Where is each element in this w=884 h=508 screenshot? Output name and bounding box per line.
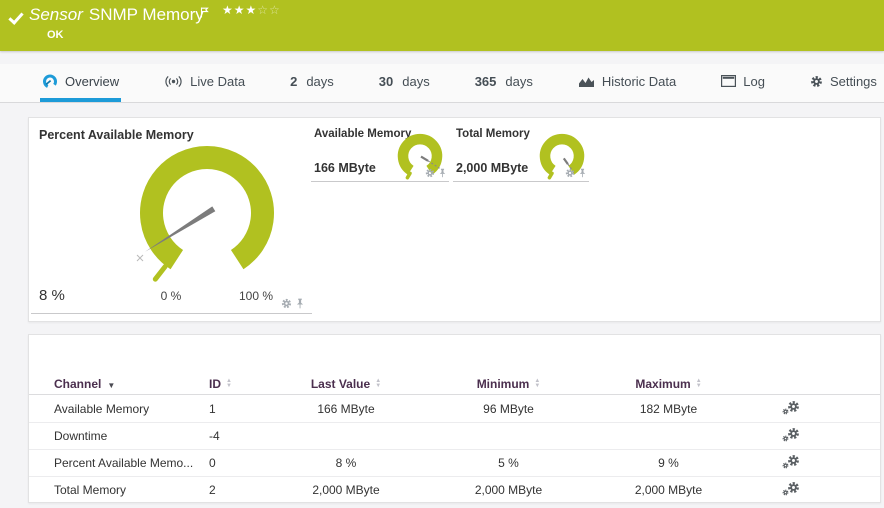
- channel-name[interactable]: Total Memory: [54, 483, 209, 497]
- tab-2-days-label: days: [306, 74, 333, 89]
- sort-icon: ▲▼: [226, 379, 232, 389]
- column-header-channel[interactable]: Channel ▼: [54, 377, 209, 391]
- tab-365-days-number: 365: [475, 74, 497, 89]
- stars-empty: ☆☆: [257, 3, 281, 17]
- sensor-kind-label: Sensor: [29, 5, 83, 24]
- table-row[interactable]: Downtime -4: [29, 422, 880, 449]
- minimum-header-label: Minimum: [477, 377, 530, 391]
- historic-chart-icon: [578, 75, 595, 88]
- id-header-label: ID: [209, 377, 221, 391]
- sort-icon: ▲▼: [534, 379, 540, 389]
- tab-settings-label: Settings: [830, 74, 877, 89]
- tab-historic-data-label: Historic Data: [602, 74, 676, 89]
- table-header-row: Channel ▼ ID ▲▼ Last Value ▲▼ Minimum ▲▼ Max…: [29, 373, 880, 395]
- gauge-icon: [42, 73, 58, 89]
- pin-icon[interactable]: [439, 168, 446, 178]
- gear-icon[interactable]: [565, 168, 575, 178]
- gear-icon[interactable]: [281, 298, 292, 309]
- tab-settings[interactable]: Settings: [808, 64, 879, 102]
- channel-settings-icon[interactable]: [782, 427, 800, 442]
- live-data-icon: [164, 75, 183, 88]
- gauges-card: Percent Available Memory 8 % 0 % 100 % A…: [28, 117, 881, 322]
- gear-icon: [782, 489, 789, 496]
- channel-header-label: Channel: [54, 377, 101, 391]
- sensor-status-badge: OK: [47, 29, 64, 41]
- flag-icon[interactable]: [200, 5, 209, 23]
- gauge-scale-min: 0 %: [149, 289, 193, 303]
- column-header-id[interactable]: ID ▲▼: [209, 377, 271, 391]
- table-row[interactable]: Available Memory 1 166 MByte 96 MByte 18…: [29, 395, 880, 422]
- tab-30-days-label: days: [402, 74, 429, 89]
- channel-minimum: 96 MByte: [421, 402, 596, 416]
- tab-overview[interactable]: Overview: [40, 64, 121, 102]
- gear-icon: [810, 75, 823, 88]
- channel-id: 0: [209, 456, 271, 470]
- tab-2-days[interactable]: 2 days: [288, 64, 336, 102]
- channel-id: 1: [209, 402, 271, 416]
- tab-365-days[interactable]: 365 days: [473, 64, 535, 102]
- channel-settings-icon[interactable]: [782, 400, 800, 415]
- gear-icon[interactable]: [425, 168, 435, 178]
- total-memory-title: Total Memory: [456, 128, 530, 140]
- channel-name[interactable]: Percent Available Memo...: [54, 456, 209, 470]
- channel-last-value: 2,000 MByte: [271, 483, 421, 497]
- sort-desc-icon: ▼: [107, 381, 115, 390]
- page-title: Sensor SNMP Memory: [29, 5, 204, 25]
- column-header-maximum[interactable]: Maximum ▲▼: [596, 377, 741, 391]
- log-window-icon: [721, 75, 736, 87]
- channel-maximum: 2,000 MByte: [596, 483, 741, 497]
- channels-table-card: Channel ▼ ID ▲▼ Last Value ▲▼ Minimum ▲▼ Max…: [28, 334, 881, 503]
- total-memory-widget: Total Memory 2,000 MByte: [453, 118, 589, 182]
- channel-last-value: 166 MByte: [271, 402, 421, 416]
- channel-last-value: 8 %: [271, 456, 421, 470]
- tab-live-data-label: Live Data: [190, 74, 245, 89]
- channel-name[interactable]: Downtime: [54, 429, 209, 443]
- last-value-header-label: Last Value: [311, 377, 370, 391]
- status-ok-check-icon: [8, 9, 23, 25]
- prtg-sensor-page: Sensor SNMP Memory ★★★☆☆ OK Overview Live…: [0, 0, 884, 508]
- pin-icon[interactable]: [579, 168, 586, 178]
- gear-icon: [782, 435, 789, 442]
- tab-log[interactable]: Log: [719, 64, 767, 102]
- channel-minimum: 2,000 MByte: [421, 483, 596, 497]
- gear-icon: [782, 408, 789, 415]
- total-memory-value: 2,000 MByte: [456, 161, 528, 175]
- tab-historic-data[interactable]: Historic Data: [576, 64, 678, 102]
- gear-icon: [782, 462, 789, 469]
- primary-gauge-widget: Percent Available Memory 8 % 0 % 100 %: [31, 118, 312, 314]
- channel-name[interactable]: Available Memory: [54, 402, 209, 416]
- tab-365-days-label: days: [505, 74, 532, 89]
- sort-icon: ▲▼: [375, 379, 381, 389]
- priority-stars[interactable]: ★★★☆☆: [222, 3, 281, 17]
- tab-bar: Overview Live Data 2 days 30 days 365 da…: [0, 64, 884, 103]
- tab-30-days-number: 30: [379, 74, 393, 89]
- tab-30-days[interactable]: 30 days: [377, 64, 432, 102]
- sensor-header: Sensor SNMP Memory ★★★☆☆ OK: [0, 0, 884, 51]
- table-row[interactable]: Total Memory 2 2,000 MByte 2,000 MByte 2…: [29, 476, 880, 503]
- channel-settings-icon[interactable]: [782, 481, 800, 496]
- maximum-header-label: Maximum: [635, 377, 690, 391]
- channel-minimum: 5 %: [421, 456, 596, 470]
- table-row[interactable]: Percent Available Memo... 0 8 % 5 % 9 %: [29, 449, 880, 476]
- channel-maximum: 9 %: [596, 456, 741, 470]
- primary-gauge-value: 8 %: [39, 287, 65, 304]
- available-memory-widget: Available Memory 166 MByte: [311, 118, 449, 182]
- gauge-scale-max: 100 %: [234, 289, 278, 303]
- channel-id: -4: [209, 429, 271, 443]
- channel-maximum: 182 MByte: [596, 402, 741, 416]
- tab-2-days-number: 2: [290, 74, 297, 89]
- tab-live-data[interactable]: Live Data: [162, 64, 247, 102]
- channel-id: 2: [209, 483, 271, 497]
- column-header-minimum[interactable]: Minimum ▲▼: [421, 377, 596, 391]
- percent-available-memory-gauge: [132, 138, 282, 288]
- column-header-last-value[interactable]: Last Value ▲▼: [271, 377, 421, 391]
- stars-filled: ★★★: [222, 3, 257, 17]
- sort-icon: ▲▼: [696, 379, 702, 389]
- tab-overview-label: Overview: [65, 74, 119, 89]
- tab-log-label: Log: [743, 74, 765, 89]
- available-memory-value: 166 MByte: [314, 161, 376, 175]
- sensor-name: SNMP Memory: [89, 5, 204, 24]
- channel-settings-icon[interactable]: [782, 454, 800, 469]
- pin-icon[interactable]: [296, 298, 304, 309]
